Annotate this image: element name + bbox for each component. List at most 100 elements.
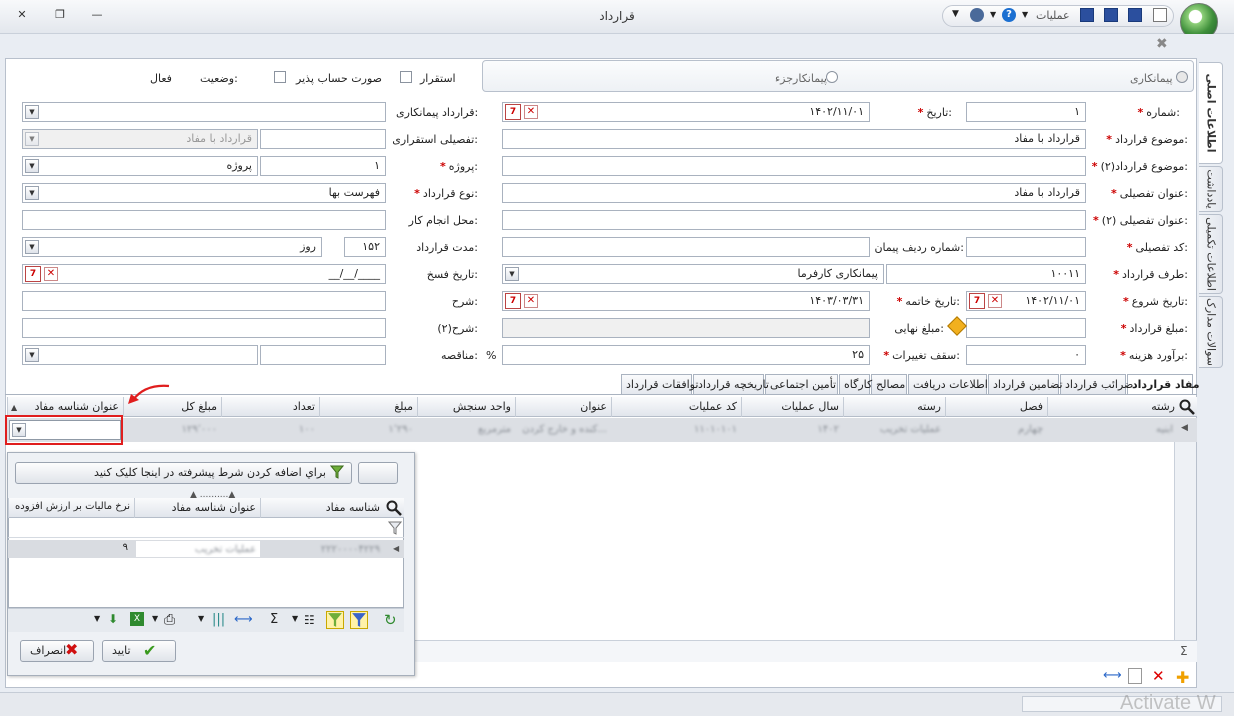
popup-search-icon[interactable] bbox=[386, 500, 402, 516]
operations-menu[interactable]: عملیات bbox=[1036, 9, 1070, 22]
popup-column-clause-title[interactable]: عنوان شناسه مفاد bbox=[134, 498, 260, 518]
help-icon[interactable]: ? bbox=[1002, 8, 1016, 22]
tab-social-security[interactable]: تأمین اجتماعی bbox=[765, 374, 838, 394]
tab-contract-coefficients[interactable]: ضرائب قرارداد bbox=[1060, 374, 1133, 394]
detail-settlement-name-field[interactable]: قرارداد با مفاد bbox=[22, 129, 258, 149]
contractor-contract-dropdown-icon[interactable]: ▼ bbox=[25, 105, 39, 119]
print-icon[interactable]: ⎙ bbox=[164, 612, 175, 628]
tender-dropdown-icon[interactable]: ▼ bbox=[25, 348, 39, 362]
party-name-select[interactable]: پیمانکاری کارفرما bbox=[502, 264, 884, 284]
calendar-icon[interactable]: 7 bbox=[505, 104, 521, 120]
restore-window-button[interactable]: ❐ bbox=[50, 8, 70, 24]
detail-settlement-dropdown-icon[interactable]: ▼ bbox=[25, 132, 39, 146]
tab-contract-guarantees[interactable]: تضامین قرارداد bbox=[988, 374, 1063, 394]
close-window-button[interactable]: ✕ bbox=[12, 8, 32, 24]
column-header-chapter[interactable]: فصل bbox=[945, 397, 1047, 417]
print-dropdown-icon[interactable]: ▼ bbox=[198, 614, 204, 623]
popup-column-vat-rate[interactable]: نرخ ماليات بر ارزش افزوده bbox=[8, 498, 134, 518]
toolbar-sum-icon[interactable]: Σ bbox=[270, 612, 278, 627]
work-place-field[interactable] bbox=[22, 210, 386, 230]
termination-calendar-icon[interactable]: 7 bbox=[25, 266, 41, 282]
duration-unit-dropdown-icon[interactable]: ▼ bbox=[25, 240, 39, 254]
filter-toggle-icon[interactable] bbox=[350, 611, 368, 629]
add-icon[interactable]: ✚ bbox=[1176, 668, 1189, 687]
resize-columns-icon[interactable]: ⟷ bbox=[1103, 668, 1122, 683]
clear-start-date-icon[interactable]: ✕ bbox=[988, 294, 1002, 308]
column-header-category[interactable]: رسته bbox=[843, 397, 945, 417]
party-dropdown-icon[interactable]: ▼ bbox=[505, 267, 519, 281]
excel-icon[interactable]: X bbox=[130, 612, 144, 626]
save-new-icon[interactable] bbox=[1104, 8, 1118, 22]
end-date-field[interactable]: ۱۴۰۳/۰۳/۳۱ bbox=[502, 291, 870, 311]
auto-filter-icon[interactable] bbox=[326, 611, 344, 629]
columns-icon[interactable]: ||| bbox=[212, 612, 225, 627]
column-header-operation-code[interactable]: کد عملیات bbox=[611, 397, 741, 417]
column-header-price[interactable]: مبلغ bbox=[319, 397, 417, 417]
popup-blank-button[interactable] bbox=[358, 462, 398, 484]
popup-filter-icon[interactable] bbox=[387, 521, 403, 535]
sum-dropdown-icon[interactable]: ▼ bbox=[292, 614, 298, 623]
sum-icon[interactable]: Σ bbox=[1180, 644, 1188, 658]
table-row[interactable]: ◀ ابنیه چهارم عملیات تخریب ۱۴۰۲ ۱۱۰۱۰۱۰۱… bbox=[7, 418, 1197, 442]
column-header-title[interactable]: عنوان bbox=[515, 397, 611, 417]
save-icon[interactable] bbox=[1128, 8, 1142, 22]
column-header-quantity[interactable]: تعداد bbox=[221, 397, 319, 417]
duration-field[interactable]: ۱۵۲ bbox=[344, 237, 386, 257]
contractor-contract-field[interactable] bbox=[22, 102, 386, 122]
start-date-calendar-icon[interactable]: 7 bbox=[969, 293, 985, 309]
help-dropdown-icon[interactable]: ▼ bbox=[990, 10, 996, 19]
tab-contract-agreements[interactable]: توافقات قرارداد bbox=[621, 374, 698, 394]
project-name-field[interactable]: پروژه bbox=[22, 156, 258, 176]
termination-date-field[interactable]: __/__/____ bbox=[22, 264, 386, 284]
column-header-clause-title[interactable]: عنوان شناسه مفاد bbox=[7, 397, 123, 417]
column-header-operation-year[interactable]: سال عملیات bbox=[741, 397, 843, 417]
popup-filter-row[interactable] bbox=[8, 518, 404, 538]
detail-title-field[interactable]: قرارداد با مفاد bbox=[502, 183, 1086, 203]
detail-code-field[interactable] bbox=[966, 237, 1086, 257]
fit-columns-icon[interactable]: ⟷ bbox=[234, 612, 253, 627]
quick-access-dropdown-icon[interactable]: ▼ bbox=[952, 9, 959, 19]
delete-icon[interactable]: ✕ bbox=[1152, 667, 1165, 685]
detail-settlement-code-field[interactable] bbox=[260, 129, 386, 149]
tab-materials[interactable]: مصالح bbox=[871, 374, 907, 394]
tender-code-field[interactable] bbox=[260, 345, 386, 365]
billable-checkbox[interactable] bbox=[274, 71, 286, 83]
settlement-checkbox[interactable] bbox=[400, 71, 412, 83]
save-layout-icon[interactable]: ⬇ bbox=[108, 612, 118, 626]
partial-contracting-radio[interactable] bbox=[826, 71, 838, 83]
tab-workshop[interactable]: کارگاه bbox=[839, 374, 872, 394]
description-field[interactable] bbox=[22, 291, 386, 311]
contract-type-dropdown-icon[interactable]: ▼ bbox=[25, 186, 39, 200]
export-dropdown-icon[interactable]: ▼ bbox=[152, 614, 158, 623]
description2-field[interactable] bbox=[22, 318, 386, 338]
edit-document-icon[interactable] bbox=[1128, 668, 1142, 684]
tab-contract-clauses[interactable]: مفاد قرارداد bbox=[1127, 374, 1200, 394]
operations-dropdown-icon[interactable]: ▼ bbox=[1022, 10, 1028, 19]
tab-receipt-info[interactable]: اطلاعات دریافت bbox=[908, 374, 988, 394]
tab-contract-history[interactable]: تاریخچه قرارداد bbox=[693, 374, 769, 394]
row-number-field[interactable] bbox=[502, 237, 870, 257]
group-by-icon[interactable]: ☷ bbox=[304, 613, 315, 627]
subject2-field[interactable] bbox=[502, 156, 1086, 176]
save-close-icon[interactable] bbox=[1080, 8, 1094, 22]
refresh-icon[interactable]: ↻ bbox=[384, 611, 397, 629]
project-dropdown-icon[interactable]: ▼ bbox=[25, 159, 39, 173]
clear-termination-date-icon[interactable]: ✕ bbox=[44, 267, 58, 281]
change-cap-field[interactable]: ۲۵ bbox=[502, 345, 870, 365]
number-field[interactable]: ۱ bbox=[966, 102, 1086, 122]
new-document-icon[interactable] bbox=[1153, 8, 1167, 22]
side-tab-documents[interactable]: سوالات مدارک bbox=[1199, 296, 1223, 368]
date-field[interactable]: ۱۴۰۲/۱۱/۰۱ bbox=[502, 102, 870, 122]
minimize-window-button[interactable]: — bbox=[87, 8, 107, 24]
clear-date-icon[interactable]: ✕ bbox=[524, 105, 538, 119]
amount-field[interactable] bbox=[966, 318, 1086, 338]
party-code-field[interactable]: ۱۰۰۱۱ bbox=[886, 264, 1086, 284]
popup-column-clause-id[interactable]: شناسه مفاد bbox=[260, 498, 384, 518]
help-circle-icon[interactable] bbox=[970, 8, 984, 22]
tender-select[interactable] bbox=[22, 345, 258, 365]
project-code-field[interactable]: ۱ bbox=[260, 156, 386, 176]
cost-estimate-field[interactable]: ۰ bbox=[966, 345, 1086, 365]
end-date-calendar-icon[interactable]: 7 bbox=[505, 293, 521, 309]
close-panel-icon[interactable]: ✖ bbox=[1156, 36, 1168, 52]
column-header-unit[interactable]: واحد سنجش bbox=[417, 397, 515, 417]
